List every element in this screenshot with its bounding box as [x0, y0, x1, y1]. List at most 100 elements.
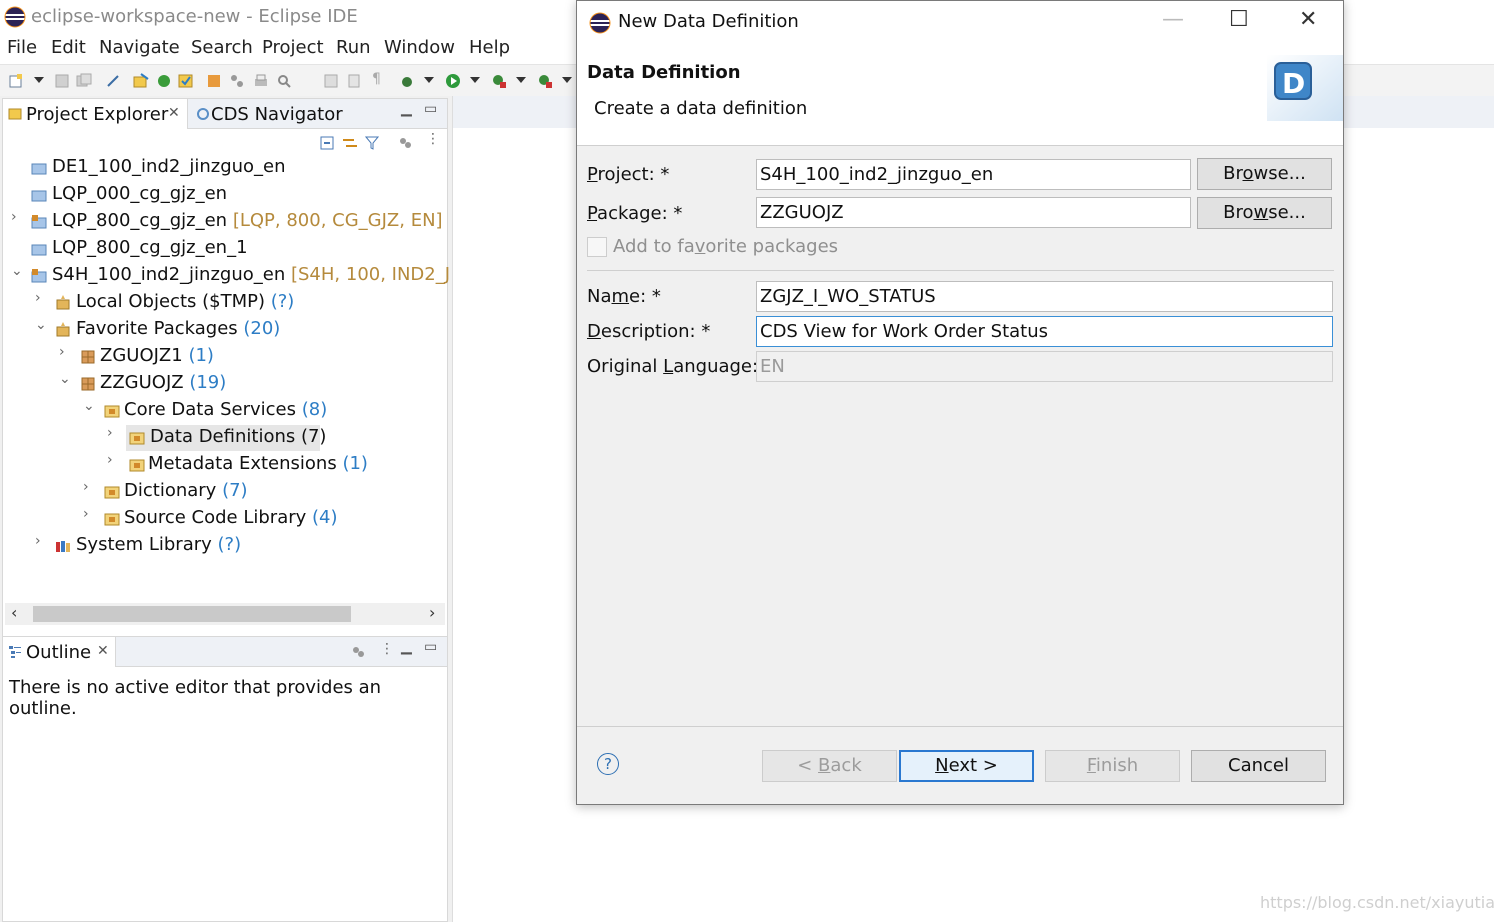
block-select-icon[interactable] — [346, 73, 362, 89]
run-abap-icon[interactable] — [156, 73, 172, 89]
focus-icon[interactable] — [351, 645, 365, 659]
project-explorer-toolbar: ⋮ — [3, 131, 447, 155]
outline-view: Outline ✕ ⋮ ▁ ▭ There is no active edito… — [2, 636, 448, 922]
original-language-field[interactable]: EN — [756, 351, 1333, 382]
dialog-title: New Data Definition — [618, 11, 799, 32]
coverage-icon[interactable] — [491, 73, 507, 89]
project-field[interactable]: S4H_100_ind2_jinzguo_en — [756, 159, 1191, 190]
tree-item-lqp800[interactable]: › LQP_800_cg_gjz_en [LQP, 800, CG_GJZ, E… — [3, 209, 449, 235]
browse-package-button[interactable]: Browse... — [1197, 197, 1332, 229]
description-field[interactable]: CDS View for Work Order Status — [756, 316, 1333, 347]
finish-button[interactable]: Finish — [1045, 750, 1180, 782]
menu-help[interactable]: Help — [469, 37, 510, 58]
name-field[interactable]: ZGJZ_I_WO_STATUS — [756, 281, 1333, 312]
focus-icon[interactable] — [398, 136, 412, 150]
new-icon[interactable] — [8, 73, 24, 89]
dialog-title-bar: New Data Definition — ☐ ✕ — [577, 1, 1343, 45]
next-button[interactable]: Next > — [899, 750, 1034, 782]
new-dropdown-icon[interactable] — [34, 77, 44, 83]
chevron-down-icon[interactable]: ⌄ — [35, 317, 49, 333]
coverage-dropdown-icon[interactable] — [516, 77, 526, 83]
tree-item-s4h[interactable]: ⌄ S4H_100_ind2_jinzguo_en [S4H, 100, IND… — [3, 263, 449, 289]
collapse-all-icon[interactable] — [320, 136, 334, 150]
filter-icon[interactable] — [365, 136, 379, 150]
menu-file[interactable]: File — [7, 37, 37, 58]
cancel-button[interactable]: Cancel — [1191, 750, 1326, 782]
link-with-editor-icon[interactable] — [342, 136, 358, 150]
activate-icon[interactable] — [178, 73, 194, 89]
debug-icon[interactable] — [399, 73, 415, 89]
package-field[interactable]: ZZGUOJZ — [756, 197, 1191, 228]
chevron-down-icon[interactable]: ⌄ — [11, 263, 25, 279]
transport-icon[interactable] — [229, 73, 245, 89]
minimize-icon[interactable]: — — [1162, 7, 1184, 32]
whitespace-icon[interactable]: ¶ — [372, 71, 388, 87]
menu-run[interactable]: Run — [336, 37, 371, 58]
tree-item-label: S4H_100_ind2_jinzguo_en [S4H, 100, IND2_… — [52, 264, 449, 285]
name-label: Name: * — [587, 286, 661, 307]
minimize-icon[interactable]: ▁ — [401, 639, 412, 655]
scroll-left-icon[interactable]: ‹ — [11, 603, 17, 622]
print-icon[interactable] — [253, 73, 269, 89]
maximize-icon[interactable]: ☐ — [1229, 7, 1249, 32]
view-menu-icon[interactable]: ⋮ — [426, 131, 440, 147]
left-view-area: Project Explorer ✕ CDS Navigator ▁ ▭ ⋮ D… — [0, 96, 452, 922]
horizontal-scrollbar[interactable]: ‹ › — [5, 603, 445, 625]
tree-item-label: Core Data Services (8) — [124, 399, 328, 420]
save-icon[interactable] — [54, 73, 70, 89]
run-icon[interactable] — [445, 73, 461, 89]
tab-cds-navigator[interactable]: CDS Navigator — [211, 104, 343, 125]
tab-project-explorer[interactable]: Project Explorer ✕ — [3, 99, 188, 129]
chevron-right-icon[interactable]: › — [107, 425, 121, 441]
save-all-icon[interactable] — [76, 73, 92, 89]
external-tools-dropdown-icon[interactable] — [562, 77, 572, 83]
chevron-right-icon[interactable]: › — [59, 344, 73, 360]
package-icon — [81, 377, 95, 391]
outline-icon — [9, 646, 21, 658]
browse-project-button[interactable]: Browse... — [1197, 158, 1332, 190]
chevron-right-icon[interactable]: › — [35, 533, 49, 549]
run-dropdown-icon[interactable] — [470, 77, 480, 83]
debug-dropdown-icon[interactable] — [424, 77, 434, 83]
tab-outline-label: Outline — [26, 642, 92, 663]
maximize-icon[interactable]: ▭ — [424, 639, 437, 655]
menu-project[interactable]: Project — [262, 37, 324, 58]
external-tools-icon[interactable] — [537, 73, 553, 89]
close-icon[interactable]: ✕ — [97, 643, 109, 659]
open-abap-icon[interactable] — [133, 73, 149, 89]
chevron-right-icon[interactable]: › — [83, 479, 97, 495]
chevron-right-icon[interactable]: › — [107, 452, 121, 468]
chevron-down-icon[interactable]: ⌄ — [59, 371, 73, 387]
close-icon[interactable]: ✕ — [168, 105, 180, 121]
view-menu-icon[interactable]: ⋮ — [380, 641, 394, 657]
package-star-icon — [56, 295, 70, 310]
menu-navigate[interactable]: Navigate — [99, 37, 180, 58]
scroll-thumb[interactable] — [33, 606, 351, 622]
chevron-right-icon[interactable]: › — [11, 209, 25, 225]
favorite-packages-icon — [56, 322, 70, 337]
project-explorer-view: Project Explorer ✕ CDS Navigator ▁ ▭ ⋮ D… — [2, 98, 449, 724]
toggle-mark-icon[interactable] — [323, 73, 339, 89]
window-title: eclipse-workspace-new - Eclipse IDE — [31, 6, 358, 27]
link-icon[interactable] — [105, 73, 121, 89]
maximize-icon[interactable]: ▭ — [424, 101, 437, 117]
project-folder-icon — [31, 163, 47, 175]
help-icon[interactable]: ? — [597, 753, 619, 775]
menu-edit[interactable]: Edit — [51, 37, 86, 58]
tree-item-label: Local Objects ($TMP) (?) — [76, 291, 295, 312]
chevron-down-icon[interactable]: ⌄ — [83, 398, 97, 414]
menu-search[interactable]: Search — [191, 37, 253, 58]
add-to-favorites-checkbox[interactable] — [587, 237, 607, 257]
chevron-right-icon[interactable]: › — [83, 506, 97, 522]
tree-item-label: ZGUOJZ1 (1) — [100, 345, 214, 366]
search-icon[interactable] — [276, 73, 292, 89]
chevron-right-icon[interactable]: › — [35, 290, 49, 306]
scroll-right-icon[interactable]: › — [429, 603, 435, 622]
abap-project-icon — [31, 269, 47, 283]
tab-outline[interactable]: Outline ✕ — [3, 637, 116, 667]
menu-window[interactable]: Window — [384, 37, 455, 58]
close-icon[interactable]: ✕ — [1299, 7, 1317, 32]
activate-all-icon[interactable] — [206, 73, 222, 89]
minimize-icon[interactable]: ▁ — [401, 101, 412, 117]
back-button[interactable]: < Back — [762, 750, 897, 782]
